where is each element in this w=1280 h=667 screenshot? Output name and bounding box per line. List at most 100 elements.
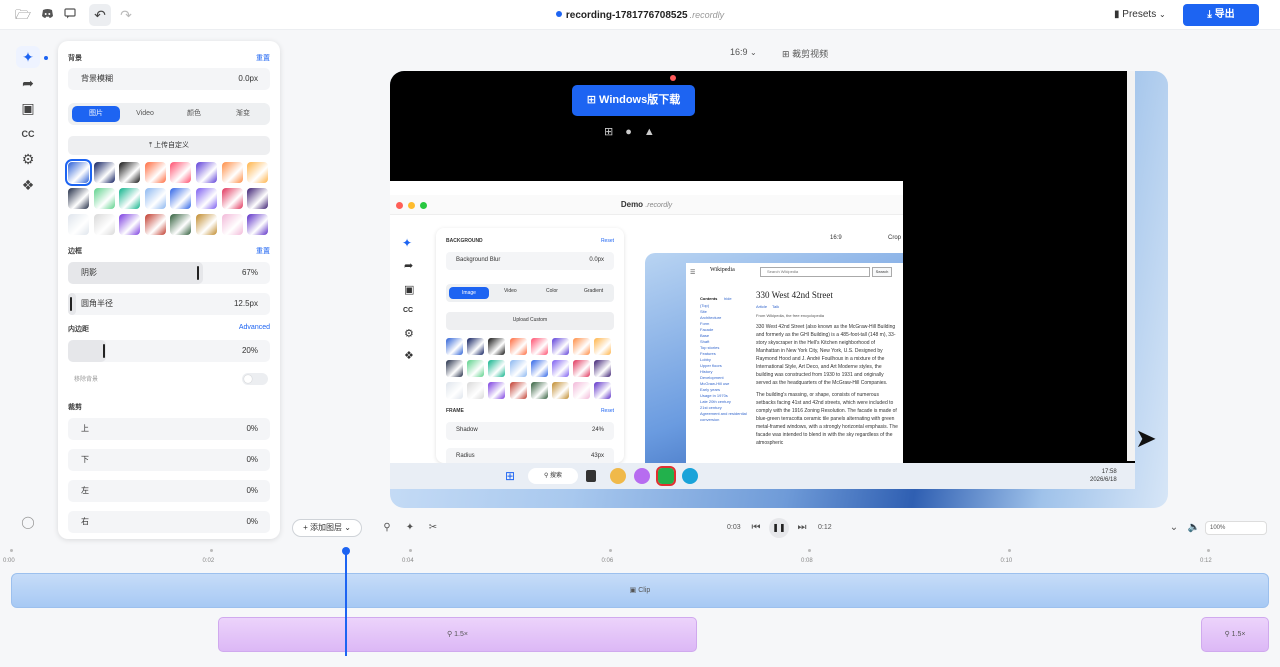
bookmark-icon: ▮ (1114, 9, 1120, 20)
inner-upload-label: Upload Custom (512, 317, 548, 323)
timeline-zoom-field[interactable]: 100% (1205, 521, 1267, 535)
remove-background-label: 移除背景 (74, 377, 99, 383)
puzzle-icon[interactable]: ❖ (16, 174, 40, 196)
wallpaper-thumbnail[interactable] (221, 188, 243, 209)
playhead[interactable] (342, 547, 350, 656)
add-layer-button[interactable]: + 添加图层 ⌄ (292, 519, 362, 537)
presets-menu[interactable]: ▮ Presets ⌄ (1114, 6, 1166, 24)
wallpaper-thumbnail[interactable] (170, 214, 192, 235)
wallpaper-thumbnail[interactable] (65, 159, 92, 186)
wallpaper-thumbnail[interactable] (170, 188, 192, 209)
padding-slider-handle[interactable] (103, 344, 105, 358)
crop-bottom-field[interactable]: 下 0% (68, 449, 270, 471)
video-preview-canvas[interactable]: ⊞ Windows版下载 ⊞●▲ Demo .recordly ✦ ➦ ▣ CC… (390, 71, 1168, 508)
settings-panel: 背景 重置 背景模糊 0.0px 图片 Video 颜色 渐变 ⤒ 上传自定义 … (58, 41, 280, 539)
export-button[interactable]: ⤓ 导出 (1183, 4, 1259, 26)
upload-custom-button[interactable]: ⤒ 上传自定义 (68, 136, 270, 155)
wallpaper-thumbnail[interactable] (196, 188, 217, 209)
inner-wallpaper-thumbnail (509, 382, 527, 399)
background-blur-control[interactable]: 背景模糊 0.0px (68, 68, 270, 90)
inner-cursor-icon: ➦ (404, 260, 414, 272)
inner-wallpaper-thumbnail (530, 338, 548, 355)
chevron-down-icon[interactable]: ⌄ (1167, 521, 1181, 535)
crop-left-field[interactable]: 左 0% (68, 480, 270, 502)
taskbar-search-label: 搜索 (550, 473, 563, 479)
cursor-icon[interactable]: ➦ (16, 72, 40, 94)
gear-icon[interactable]: ⚙ (16, 148, 40, 170)
aspect-ratio-select[interactable]: 16:9 ⌄ (730, 47, 757, 57)
app-icon-2 (634, 468, 650, 484)
wallpaper-thumbnail[interactable] (247, 162, 269, 183)
wallpaper-thumbnail[interactable] (247, 214, 269, 235)
inner-wallpaper-thumbnail (467, 360, 485, 377)
feedback-icon[interactable] (61, 6, 79, 24)
wallpaper-thumbnail[interactable] (93, 162, 115, 183)
clip-track[interactable]: ▣ Clip (11, 573, 1269, 608)
undo-button[interactable]: ↶ (89, 4, 111, 26)
inner-wallpaper-thumbnail (594, 382, 612, 399)
wallpaper-thumbnail[interactable] (119, 162, 141, 183)
magic-wand-icon[interactable]: ✦ (403, 521, 417, 535)
wallpaper-thumbnail[interactable] (93, 214, 115, 235)
discord-icon[interactable] (38, 6, 56, 24)
wallpaper-thumbnail[interactable] (221, 214, 243, 235)
wallpaper-thumbnail[interactable] (196, 162, 217, 183)
wikipedia-page: ☰ Wikipedia Search Wikipedia Search 330 … (686, 263, 903, 463)
zoom-segment[interactable]: ⚲ 1.5× (218, 617, 697, 652)
padding-slider[interactable]: 20% (68, 340, 270, 362)
volume-icon[interactable]: 🔈 (1187, 521, 1201, 535)
folder-icon[interactable]: 🗁 (14, 6, 32, 24)
wallpaper-thumbnail[interactable] (144, 188, 166, 209)
ruler-label: 0:00 (3, 558, 15, 564)
tab-video[interactable]: Video (121, 106, 169, 122)
app-icon-1 (610, 468, 626, 484)
shadow-slider[interactable]: 阴影 67% (68, 262, 270, 284)
corner-radius-slider-handle[interactable] (70, 297, 73, 311)
padding-advanced-link[interactable]: Advanced (239, 324, 270, 331)
padding-slider-fill (68, 340, 106, 362)
crop-top-field[interactable]: 上 0% (68, 418, 270, 440)
crop-video-button[interactable]: ⊞ 裁剪视频 (782, 47, 828, 60)
ruler-tick (1207, 549, 1210, 552)
captions-icon[interactable]: CC (16, 123, 40, 145)
wallpaper-thumbnail[interactable] (221, 162, 243, 183)
inner-blur-label: Background Blur (456, 257, 501, 263)
wallpaper-thumbnail[interactable] (196, 214, 217, 235)
tab-color[interactable]: 颜色 (170, 106, 218, 122)
inner-gear-icon: ⚙ (404, 328, 414, 340)
inner-shadow-value: 24% (591, 427, 604, 433)
timeline-ruler[interactable]: 0:00 0:02 0:04 0:06 0:08 0:10 0:12 (0, 545, 1280, 569)
scissors-icon[interactable]: ✂ (426, 521, 440, 535)
wiki-table-of-contents: (Top) Site Architecture Form Facade Base Shaft… (700, 303, 750, 423)
wallpaper-thumbnail[interactable] (247, 188, 269, 209)
wallpaper-thumbnail[interactable] (144, 214, 166, 235)
zoom-segment[interactable]: ⚲ 1.5× (1201, 617, 1269, 652)
effects-sparkle-icon[interactable]: ✦ (16, 46, 40, 68)
wallpaper-thumbnail[interactable] (68, 214, 89, 235)
wallpaper-thumbnail[interactable] (68, 188, 89, 209)
wallpaper-thumbnail[interactable] (170, 162, 192, 183)
active-indicator-dot (44, 56, 48, 60)
ruler-label: 0:02 (202, 558, 215, 564)
zoom-in-icon[interactable]: ⚲ (380, 521, 394, 535)
skip-back-icon[interactable]: ⏮ (749, 521, 763, 535)
camera-icon[interactable]: ▣ (16, 97, 40, 119)
wallpaper-thumbnail[interactable] (144, 162, 166, 183)
redo-button[interactable]: ↷ (115, 4, 137, 26)
wallpaper-thumbnail[interactable] (93, 188, 115, 209)
filename[interactable]: recording-1781776708525 (566, 10, 688, 21)
windows-download-button: ⊞ Windows版下载 (572, 85, 695, 116)
background-reset-link[interactable]: 重置 (256, 53, 270, 63)
wallpaper-thumbnail[interactable] (119, 214, 141, 235)
corner-radius-slider[interactable]: 圆角半径 12.5px (68, 293, 270, 315)
skip-forward-icon[interactable]: ⏭ (795, 521, 809, 535)
inner-tab-color: Color (546, 288, 558, 294)
remove-background-toggle[interactable] (242, 373, 268, 385)
tab-gradient[interactable]: 渐变 (219, 106, 267, 122)
pause-button[interactable]: ❚❚ (769, 518, 789, 538)
border-reset-link[interactable]: 重置 (256, 246, 270, 256)
windows-taskbar: ⊞ ⚲ 搜索 17:58 2026/6/18 (390, 463, 1135, 489)
inner-title-ext: .recordly (645, 202, 673, 209)
tab-image[interactable]: 图片 (72, 106, 120, 122)
wallpaper-thumbnail[interactable] (119, 188, 141, 209)
